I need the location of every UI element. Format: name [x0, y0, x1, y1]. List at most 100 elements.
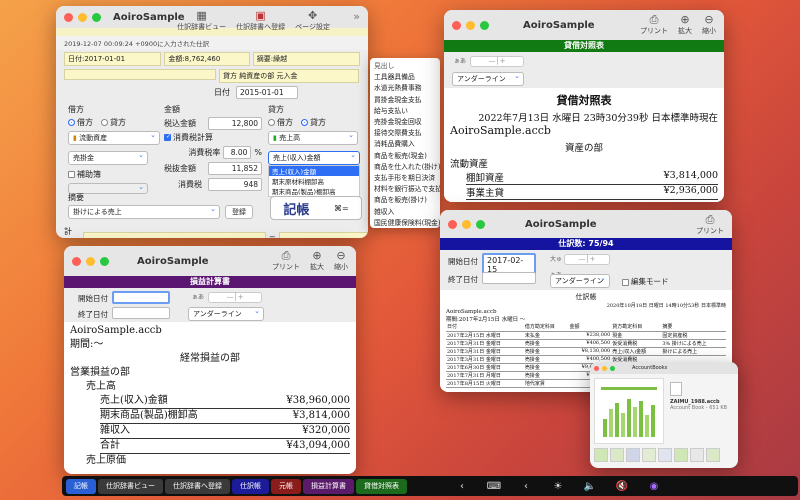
close-button[interactable] — [64, 12, 73, 22]
calc-input-left[interactable] — [82, 232, 266, 238]
debit-radio-credit[interactable]: 貸方 — [101, 117, 126, 128]
income-window: AoiroSample ⎙ プリント ⊕ 拡大 ⊖ 縮小 損益計算書 開始日付 終了日… — [64, 246, 356, 474]
consumption-tax-checkbox[interactable]: 消費税計算 — [164, 132, 262, 143]
date-input[interactable]: 2015-01-01 — [236, 86, 298, 99]
credit-account-select[interactable]: 売上(収入)金額 — [268, 151, 360, 165]
dict-menu-item[interactable]: 消耗品費購入 — [370, 139, 440, 150]
journal-row[interactable]: 2017年2月15日 水曜日 未払金 ¥238,000 現金 固定資産税 — [446, 331, 726, 340]
overflow-chevron-icon[interactable]: » — [353, 10, 360, 23]
font-size-stepper[interactable]: —│+ — [208, 292, 262, 303]
journal-row[interactable]: 2017年3月31日 金曜日 売掛金 ¥8,130,000 売上(収入)金額 掛けによる… — [446, 347, 726, 356]
print-tool[interactable]: ⎙ プリント — [696, 214, 724, 236]
tax-incl-input[interactable]: 12,800 — [208, 117, 262, 130]
minimize-button[interactable] — [466, 20, 475, 30]
tax-input[interactable]: 948 — [208, 178, 262, 191]
touchbar-button[interactable]: 記帳 — [66, 478, 96, 494]
dict-menu-item[interactable]: 雑収入 — [370, 207, 440, 218]
print-tool[interactable]: ⎙ プリント — [272, 250, 300, 272]
zoom-in-tool[interactable]: ⊕ 拡大 — [310, 250, 324, 272]
underline-select[interactable]: アンダーライン — [188, 307, 264, 321]
dict-menu-item[interactable]: 国民健康保険料(現金) — [370, 218, 440, 228]
touchbar-button[interactable]: 貸借対照表 — [356, 478, 407, 494]
print-tool[interactable]: ⎙ プリント — [640, 14, 668, 36]
minimize-button[interactable] — [462, 219, 471, 229]
balance-band: 貸借対照表 — [444, 40, 724, 52]
memo-select[interactable]: 掛けによる売上 — [68, 205, 220, 219]
page-setup-tool[interactable]: ✥ ページ設定 — [295, 10, 330, 32]
zoom-out-tool[interactable]: ⊖ 縮小 — [334, 250, 348, 272]
tax-rate-input[interactable]: 8.00 — [223, 146, 252, 159]
dict-menu-item[interactable]: 接待交際費支払 — [370, 128, 440, 139]
tax-excl-input[interactable]: 11,852 — [208, 162, 262, 175]
mute-icon[interactable]: 🔇 — [607, 481, 637, 492]
close-button[interactable] — [594, 365, 599, 371]
journal-cell: 2017年3月31日 金曜日 — [446, 339, 524, 348]
siri-icon[interactable]: ◉ — [639, 481, 669, 492]
zoom-button[interactable] — [476, 219, 485, 229]
minimize-button[interactable] — [86, 256, 95, 266]
dict-menu-item[interactable]: 売掛金現金回収 — [370, 117, 440, 128]
touchbar-button[interactable]: 仕訳帳 — [232, 478, 269, 494]
kicho-button[interactable]: 記帳 ⌘= — [270, 196, 362, 220]
dict-menu-item[interactable]: 買掛金現金支払 — [370, 95, 440, 106]
touchbar-button[interactable]: 損益計算書 — [303, 478, 354, 494]
end-date-input[interactable] — [482, 272, 536, 284]
touchbar-button[interactable]: 仕訳辞書へ登録 — [165, 478, 230, 494]
close-button[interactable] — [448, 219, 457, 229]
income-row-value: ¥38,960,000 — [286, 395, 350, 406]
close-button[interactable] — [452, 20, 461, 30]
dict-register-tool[interactable]: ▣ 仕訳辞書へ登録 — [236, 10, 285, 32]
dict-menu-item[interactable]: 商品を販売(現金) — [370, 151, 440, 162]
edit-mode-checkbox[interactable]: 編集モード — [622, 276, 669, 287]
zoom-out-tool[interactable]: ⊖ 縮小 — [702, 14, 716, 36]
close-button[interactable] — [72, 256, 81, 266]
underline-select[interactable]: アンダーライン — [550, 274, 610, 288]
debit-account-select[interactable]: 売掛金 — [68, 151, 148, 165]
credit-radio-debit[interactable]: 借方 — [268, 117, 293, 128]
debit-category-select[interactable]: ▮ 流動資産 — [68, 131, 160, 145]
dict-menu-item[interactable]: 工具器具備品 — [370, 72, 440, 83]
zoom-in-tool[interactable]: ⊕ 拡大 — [678, 14, 692, 36]
credit-option[interactable]: 期末原材料棚卸高 — [269, 176, 359, 186]
register-button[interactable]: 登録 — [225, 205, 253, 219]
touchbar-button[interactable]: 仕訳辞書ビュー — [98, 478, 163, 494]
income-next-row: 売上原価 — [86, 455, 126, 466]
zoom-button[interactable] — [480, 20, 489, 30]
journal-row[interactable]: 2017年3月31日 金曜日 売掛金 ¥406,500 仮受消費税 3% 掛けによる売上 — [446, 339, 726, 348]
journal-cell: 仮受消費税 — [611, 339, 662, 348]
volume-icon[interactable]: 🔈 — [575, 481, 605, 492]
end-date-input[interactable] — [112, 307, 170, 319]
aux-book-checkbox[interactable]: 補助簿 — [68, 169, 160, 180]
balance-date: 2022年7月13日 水曜日 23時30分39秒 日本標準時現在 — [478, 113, 718, 124]
start-date-label: 開始日付 — [448, 257, 478, 266]
touchbar-button[interactable]: 元帳 — [271, 478, 301, 494]
start-date-input[interactable] — [112, 291, 170, 304]
keyboard-icon[interactable]: ⌨ — [479, 481, 509, 492]
debit-radio-debit[interactable]: 借方 — [68, 117, 93, 128]
dict-menu-item[interactable]: 材料を銀行振込で支払 — [370, 184, 440, 195]
dict-view-tool[interactable]: ▦ 仕訳辞書ビュー — [177, 10, 226, 32]
credit-option[interactable]: 売上(収入)金額 — [269, 166, 359, 176]
zoom-button[interactable] — [92, 12, 101, 22]
chevron-left-icon[interactable]: ‹ — [511, 481, 541, 492]
dict-menu-item[interactable]: 商品を仕入れた(掛け) — [370, 162, 440, 173]
printer-icon: ⎙ — [649, 13, 659, 26]
credit-option[interactable]: 期末商品(製品)棚卸高 — [269, 186, 359, 196]
zoom-button[interactable] — [610, 365, 615, 371]
minimize-button[interactable] — [602, 365, 607, 371]
dict-menu-item[interactable]: 商品を販売(掛け) — [370, 195, 440, 206]
income-row-value: ¥320,000 — [302, 425, 350, 436]
dict-menu-item[interactable]: 支払手形を期日決済 — [370, 173, 440, 184]
dict-menu-item[interactable]: 給与支払い — [370, 106, 440, 117]
zoom-button[interactable] — [100, 256, 109, 266]
chevron-left-icon[interactable]: ‹ — [447, 481, 477, 492]
minimize-button[interactable] — [78, 12, 87, 22]
size-stepper[interactable]: —│+ — [564, 254, 610, 265]
tax-rate-label: 消費税率 — [188, 148, 221, 157]
credit-radio-credit[interactable]: 貸方 — [301, 117, 326, 128]
dict-menu-item[interactable]: 水道光熱費事務 — [370, 83, 440, 94]
font-size-stepper[interactable]: —│+ — [470, 56, 524, 67]
underline-select[interactable]: アンダーライン — [452, 72, 524, 86]
brightness-icon[interactable]: ☀ — [543, 481, 573, 492]
credit-category-select[interactable]: ▮ 売上高 — [268, 131, 358, 145]
